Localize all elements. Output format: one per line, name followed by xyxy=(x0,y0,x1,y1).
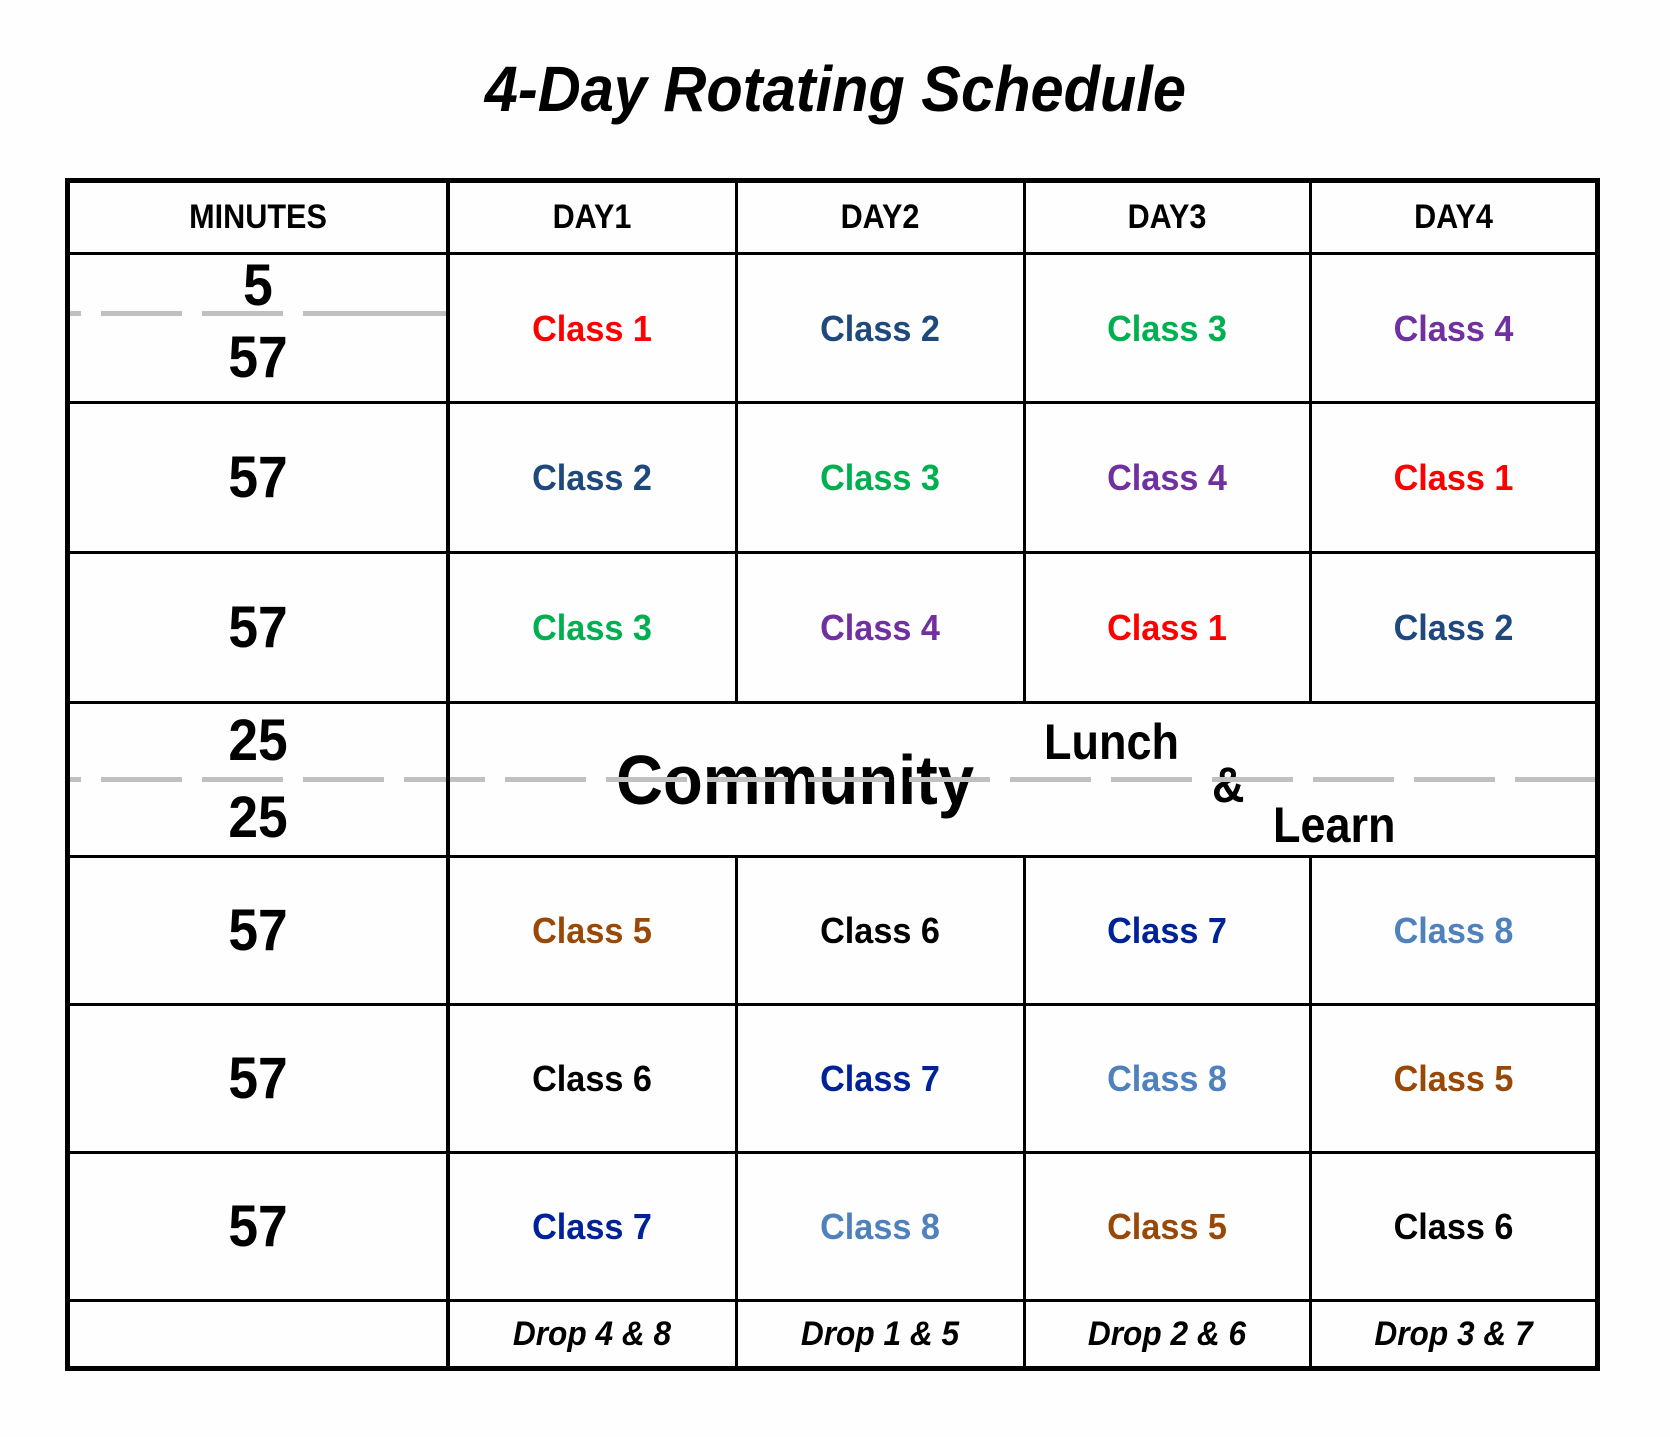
header-day-3: DAY3 xyxy=(1127,198,1207,236)
drop-day-4: Drop 3 & 7 xyxy=(1374,1315,1533,1353)
schedule-table: MINUTES DAY1 DAY2 DAY3 DAY4 5 57 25 25 C… xyxy=(0,0,1670,1437)
column-divider xyxy=(1023,181,1026,703)
class-cell-day-1: Class 3 xyxy=(532,607,652,648)
lunch-divider xyxy=(70,777,1595,782)
class-cell-day-1: Class 1 xyxy=(532,307,652,349)
minutes-period: 57 xyxy=(228,445,288,510)
learn-label: Learn xyxy=(1273,797,1396,853)
table-border-bottom xyxy=(65,1366,1600,1371)
class-cell-day-2: Class 2 xyxy=(820,307,940,349)
row-divider xyxy=(68,1151,1597,1154)
class-cell-day-4: Class 2 xyxy=(1393,607,1514,648)
footer-minutes xyxy=(68,1301,448,1368)
column-divider xyxy=(735,857,738,1368)
header-day-1: DAY1 xyxy=(552,198,632,236)
class-cell-day-3: Class 4 xyxy=(1107,457,1227,498)
class-cell-day-1: Class 2 xyxy=(532,457,652,498)
class-cell-day-1: Class 7 xyxy=(532,1206,652,1247)
table-border-right xyxy=(1595,178,1600,1371)
row-divider xyxy=(68,401,1597,404)
class-cell-day-3: Class 8 xyxy=(1107,1058,1227,1099)
row-divider xyxy=(68,855,1597,858)
table-border-top xyxy=(65,178,1600,183)
lunch-label: Lunch xyxy=(1044,714,1179,770)
row-divider xyxy=(68,701,1597,704)
header-day-4: DAY4 xyxy=(1414,198,1493,236)
class-cell-day-4: Class 4 xyxy=(1393,307,1514,349)
class-cell-day-4: Class 8 xyxy=(1393,910,1514,951)
class-cell-day-4: Class 5 xyxy=(1393,1058,1514,1099)
header-day-2: DAY2 xyxy=(840,198,920,236)
header-minutes: MINUTES xyxy=(189,198,327,236)
column-divider xyxy=(1309,857,1312,1368)
row-divider xyxy=(68,252,1597,255)
minutes-passing: 5 xyxy=(243,252,273,318)
class-cell-day-3: Class 7 xyxy=(1107,910,1227,951)
column-divider xyxy=(446,181,450,1368)
class-cell-day-3: Class 5 xyxy=(1107,1206,1227,1247)
class-cell-day-4: Class 1 xyxy=(1393,457,1514,498)
column-divider xyxy=(1023,857,1026,1368)
minutes-period: 57 xyxy=(228,898,288,963)
class-cell-day-1: Class 6 xyxy=(532,1058,652,1099)
class-cell-day-4: Class 6 xyxy=(1393,1206,1514,1247)
row-divider xyxy=(68,1003,1597,1006)
class-cell-day-2: Class 4 xyxy=(820,607,940,648)
class-cell-day-2: Class 8 xyxy=(820,1206,940,1247)
minutes-lunch-first: 25 xyxy=(228,708,288,773)
ampersand-label: & xyxy=(1212,757,1245,813)
drop-day-2: Drop 1 & 5 xyxy=(800,1315,960,1353)
passing-divider xyxy=(70,311,446,316)
minutes-lunch-second: 25 xyxy=(228,785,288,850)
column-divider xyxy=(735,181,738,703)
row-divider xyxy=(68,1299,1597,1302)
drop-day-3: Drop 2 & 6 xyxy=(1087,1315,1247,1353)
minutes-period: 57 xyxy=(228,1194,288,1259)
table-border-left xyxy=(65,178,70,1371)
column-divider xyxy=(1309,181,1312,703)
minutes-period: 57 xyxy=(228,325,288,390)
class-cell-day-3: Class 3 xyxy=(1107,307,1227,349)
minutes-period: 57 xyxy=(228,1046,288,1111)
class-cell-day-3: Class 1 xyxy=(1107,607,1227,648)
class-cell-day-2: Class 6 xyxy=(820,910,940,951)
minutes-period: 57 xyxy=(228,595,288,660)
class-cell-day-2: Class 3 xyxy=(820,457,940,498)
class-cell-day-2: Class 7 xyxy=(820,1058,940,1099)
class-cell-day-1: Class 5 xyxy=(532,910,652,951)
drop-day-1: Drop 4 & 8 xyxy=(512,1315,672,1353)
row-divider xyxy=(68,551,1597,554)
